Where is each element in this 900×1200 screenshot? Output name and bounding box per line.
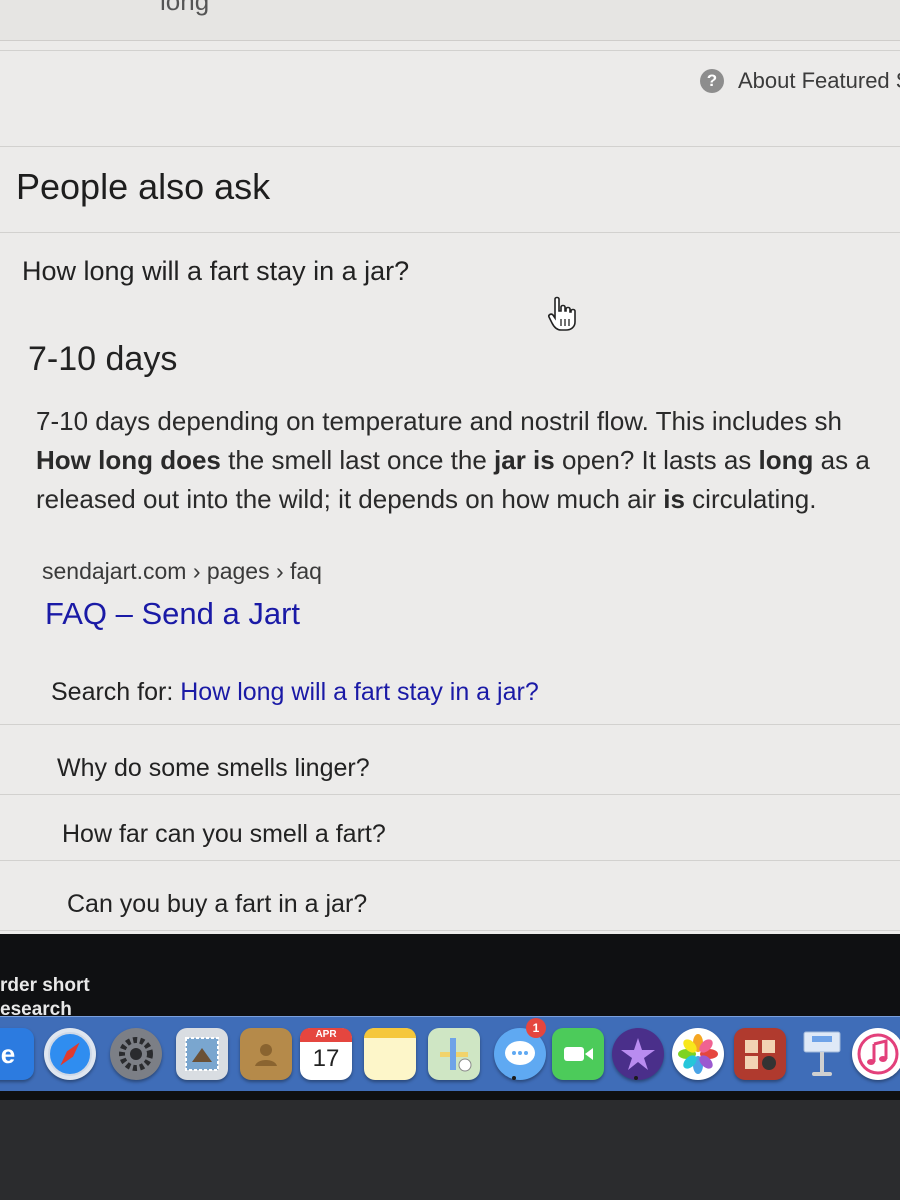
snippet-text: 7-10 days depending on temperature and n… (36, 406, 843, 436)
running-indicator (634, 1076, 638, 1080)
speech-bubble-icon (505, 1041, 535, 1065)
calendar-month: APR (300, 1028, 352, 1042)
result-breadcrumb: sendajart.com › pages › faq (42, 558, 322, 584)
video-camera-icon (564, 1047, 593, 1061)
divider (0, 232, 900, 233)
flower-icon (678, 1034, 718, 1074)
desktop-file-label-line: rder short (0, 975, 90, 996)
map-pin-icon (440, 1038, 472, 1072)
calendar-icon[interactable]: APR 17 (300, 1028, 352, 1080)
snippet-text: open? It lasts as (554, 445, 759, 475)
keynote-icon[interactable] (796, 1028, 848, 1080)
address-book-icon (255, 1044, 277, 1066)
hand-cursor-icon (548, 296, 576, 331)
related-question[interactable]: Can you buy a fart in a jar? (67, 890, 367, 919)
system-preferences-icon[interactable] (110, 1028, 162, 1080)
gear-icon (119, 1037, 153, 1071)
contacts-icon[interactable] (240, 1028, 292, 1080)
clipped-text: long (160, 0, 210, 16)
snippet-line: released out into the wild; it depends o… (36, 480, 900, 519)
notes-header (364, 1028, 416, 1038)
search-for-label: Search for: (51, 678, 181, 706)
imovie-icon[interactable] (612, 1028, 664, 1080)
notification-badge: 1 (526, 1018, 546, 1038)
snippet-line: 7-10 days depending on temperature and n… (36, 402, 900, 441)
photo-strip-icon (745, 1040, 776, 1070)
music-note-icon (857, 1033, 899, 1075)
related-question[interactable]: How far can you smell a fart? (62, 820, 386, 849)
facetime-icon[interactable] (552, 1028, 604, 1080)
answer-title: 7-10 days (28, 340, 178, 378)
divider (0, 50, 900, 51)
snippet-bold: How long does (36, 445, 221, 475)
mail-icon[interactable] (176, 1028, 228, 1080)
result-title-link[interactable]: FAQ – Send a Jart (45, 596, 300, 632)
snippet-bold: long (758, 445, 814, 475)
notes-icon[interactable] (364, 1028, 416, 1080)
ie-icon[interactable]: e (0, 1028, 34, 1080)
related-question[interactable]: Why do some smells linger? (57, 754, 370, 783)
search-for-query-link[interactable]: How long will a fart stay in a jar? (180, 678, 538, 706)
answer-snippet: 7-10 days depending on temperature and n… (36, 402, 900, 519)
divider (0, 724, 900, 725)
about-featured-snippets-link[interactable]: ? About Featured S (700, 68, 900, 94)
photo-booth-icon[interactable] (734, 1028, 786, 1080)
browser-screen: long ? About Featured S People also ask … (0, 0, 900, 1100)
divider (0, 794, 900, 795)
safari-icon[interactable] (44, 1028, 96, 1080)
photos-icon[interactable] (672, 1028, 724, 1080)
snippet-bold: jar is (494, 445, 555, 475)
top-result-strip: long (0, 0, 900, 41)
compass-icon (48, 1032, 92, 1076)
calendar-day: 17 (312, 1045, 340, 1072)
people-also-ask-title: People also ask (16, 166, 271, 207)
itunes-icon[interactable] (852, 1028, 900, 1080)
snippet-bold: is (663, 484, 685, 514)
maps-icon[interactable] (428, 1028, 480, 1080)
snippet-text: as a (813, 445, 870, 475)
divider (0, 930, 900, 931)
podium-icon (803, 1031, 841, 1076)
divider (0, 860, 900, 861)
running-indicator (512, 1076, 516, 1080)
laptop-bezel (0, 1100, 900, 1200)
snippet-text: circulating. (684, 484, 817, 514)
help-icon: ? (700, 69, 724, 93)
snippet-text: the smell last once the (220, 445, 495, 475)
divider (0, 146, 900, 147)
eagle-stamp-icon (185, 1037, 219, 1071)
snippet-line: How long does the smell last once the ja… (36, 441, 900, 480)
snippet-text: released out into the wild; it depends o… (36, 484, 664, 514)
expanded-question[interactable]: How long will a fart stay in a jar? (22, 256, 409, 287)
star-icon (621, 1038, 655, 1070)
search-for-row[interactable]: Search for: How long will a fart stay in… (51, 678, 539, 707)
desktop-file-label[interactable]: rder short esearch (0, 974, 90, 1022)
about-label: About Featured S (738, 68, 900, 93)
